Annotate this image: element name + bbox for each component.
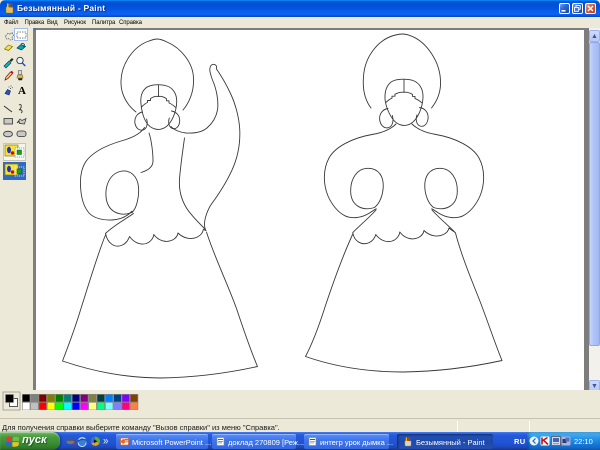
svg-text:A: A: [18, 85, 26, 97]
